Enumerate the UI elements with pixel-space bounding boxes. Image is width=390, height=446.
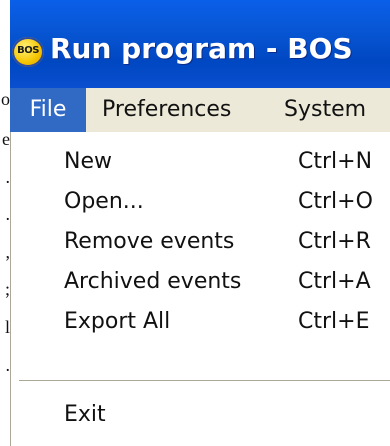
page-edge-char: l [4,318,10,336]
menu-item-shortcut: Ctrl+O [298,189,373,214]
menu-item-shortcut: Ctrl+R [298,229,371,254]
menu-item-label: Exit [64,402,106,427]
menu-item-archived-events[interactable]: Archived events Ctrl+A [11,262,390,302]
menu-item-label: Export All [64,309,171,334]
menu-file[interactable]: File [10,88,86,132]
menu-item-label: Remove events [64,229,235,254]
menu-item-shortcut: Ctrl+N [298,149,373,174]
menu-item-new[interactable]: New Ctrl+N [11,142,390,182]
menu-item-exit[interactable]: Exit [11,395,390,435]
menu-item-shortcut: Ctrl+E [298,309,370,334]
page-edge-char: , [5,243,11,261]
page-edge-char: o [1,90,10,108]
window-title: Run program - BOS [50,32,353,65]
title-bar[interactable]: BOS Run program - BOS [10,0,390,88]
menu-preferences[interactable]: Preferences [102,88,231,132]
menu-separator [19,380,390,382]
bos-logo-icon: BOS [12,37,44,67]
menu-item-label: New [64,149,112,174]
menu-bar: File Preferences System [10,88,390,132]
menu-item-shortcut: Ctrl+A [298,269,371,294]
file-menu-dropdown: New Ctrl+N Open... Ctrl+O Remove events … [10,132,390,446]
menu-item-remove-events[interactable]: Remove events Ctrl+R [11,222,390,262]
menu-item-label: Open... [64,189,144,214]
logo-text: BOS [17,45,39,56]
page-edge-char: . [5,168,11,186]
document-page-edge: o e . . , ; l . [0,0,10,446]
menu-item-export-all[interactable]: Export All Ctrl+E [11,302,390,342]
page-edge-char: . [5,205,11,223]
menu-item-label: Archived events [64,269,242,294]
app-window: BOS Run program - BOS File Preferences S… [10,0,390,446]
menu-system[interactable]: System [284,88,366,132]
page-edge-char: ; [4,280,10,298]
page-edge-char: e [2,130,10,148]
page-edge-char: . [5,356,11,374]
menu-item-open[interactable]: Open... Ctrl+O [11,182,390,222]
